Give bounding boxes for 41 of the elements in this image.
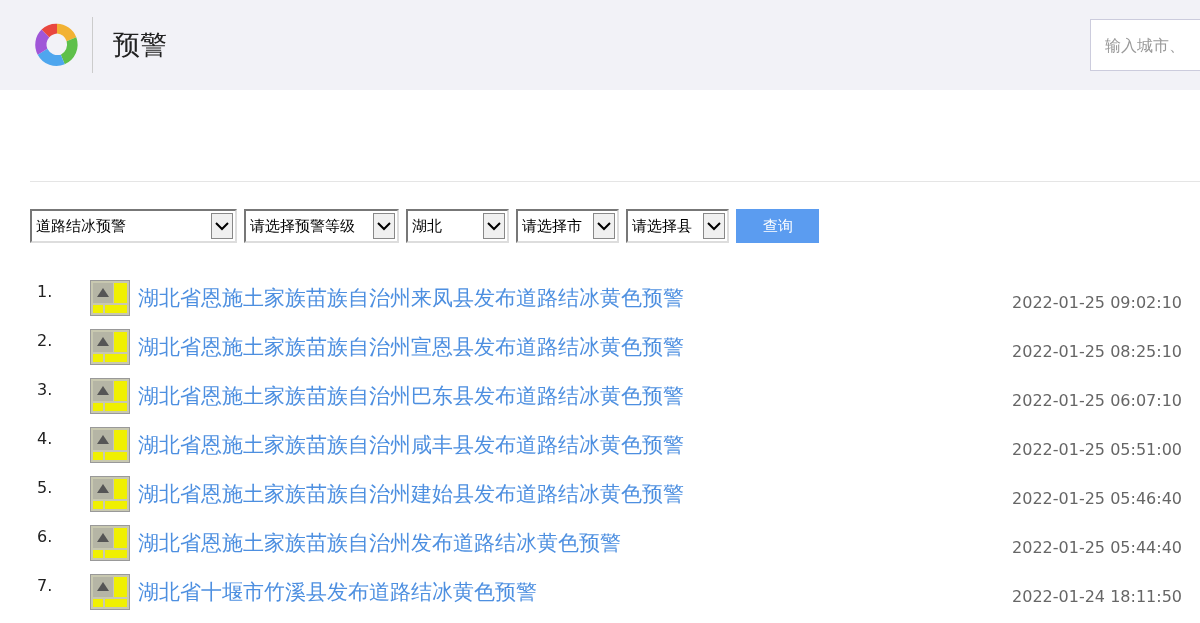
alert-link[interactable]: 湖北省恩施土家族苗族自治州来凤县发布道路结冰黄色预警 [138,283,684,312]
search-field[interactable]: 输入城市、 [1090,19,1200,71]
dropdown[interactable]: 请选择市 [516,209,619,243]
chevron-down-icon [707,221,721,231]
warning-sign-icon [90,377,130,414]
warning-sign-icon [90,475,130,512]
chevron-down-icon [377,221,391,231]
list-number: 1. [37,282,54,301]
warning-sign-icon [90,279,130,316]
list-number: 5. [37,478,54,497]
alert-link[interactable]: 湖北省恩施土家族苗族自治州宣恩县发布道路结冰黄色预警 [138,332,684,361]
alert-link[interactable]: 湖北省恩施土家族苗族自治州巴东县发布道路结冰黄色预警 [138,381,684,410]
alert-time: 2022-01-25 05:46:40 [1012,489,1182,508]
chevron-down-icon [215,221,229,231]
page-title: 预警 [113,28,167,62]
warning-sign-icon [90,524,130,561]
list-number: 6. [37,527,54,546]
alert-time: 2022-01-25 05:51:00 [1012,440,1182,459]
dropdown[interactable]: 请选择县 [626,209,729,243]
dropdown[interactable]: 道路结冰预警 [30,209,237,243]
alert-time: 2022-01-25 08:25:10 [1012,342,1182,361]
list-number: 3. [37,380,54,399]
dropdown[interactable]: 请选择预警等级 [244,209,399,243]
alert-time: 2022-01-25 06:07:10 [1012,391,1182,410]
list-number: 4. [37,429,54,448]
warning-sign-icon [90,328,130,365]
warning-sign-icon [90,426,130,463]
alert-link[interactable]: 湖北省十堰市竹溪县发布道路结冰黄色预警 [138,577,537,606]
alert-time: 2022-01-25 05:44:40 [1012,538,1182,557]
alert-link[interactable]: 湖北省恩施土家族苗族自治州发布道路结冰黄色预警 [138,528,621,557]
alert-link[interactable]: 湖北省恩施土家族苗族自治州咸丰县发布道路结冰黄色预警 [138,430,684,459]
alert-time: 2022-01-25 09:02:10 [1012,293,1182,312]
list-number: 7. [37,576,54,595]
alert-link[interactable]: 湖北省恩施土家族苗族自治州建始县发布道路结冰黄色预警 [138,479,684,508]
warning-sign-icon [90,573,130,610]
query-button[interactable]: 查询 [736,209,819,243]
alert-time: 2022-01-24 18:11:50 [1012,587,1182,606]
chevron-down-icon [597,221,611,231]
dropdown[interactable]: 湖北 [406,209,509,243]
chevron-down-icon [487,221,501,231]
list-number: 2. [37,331,54,350]
